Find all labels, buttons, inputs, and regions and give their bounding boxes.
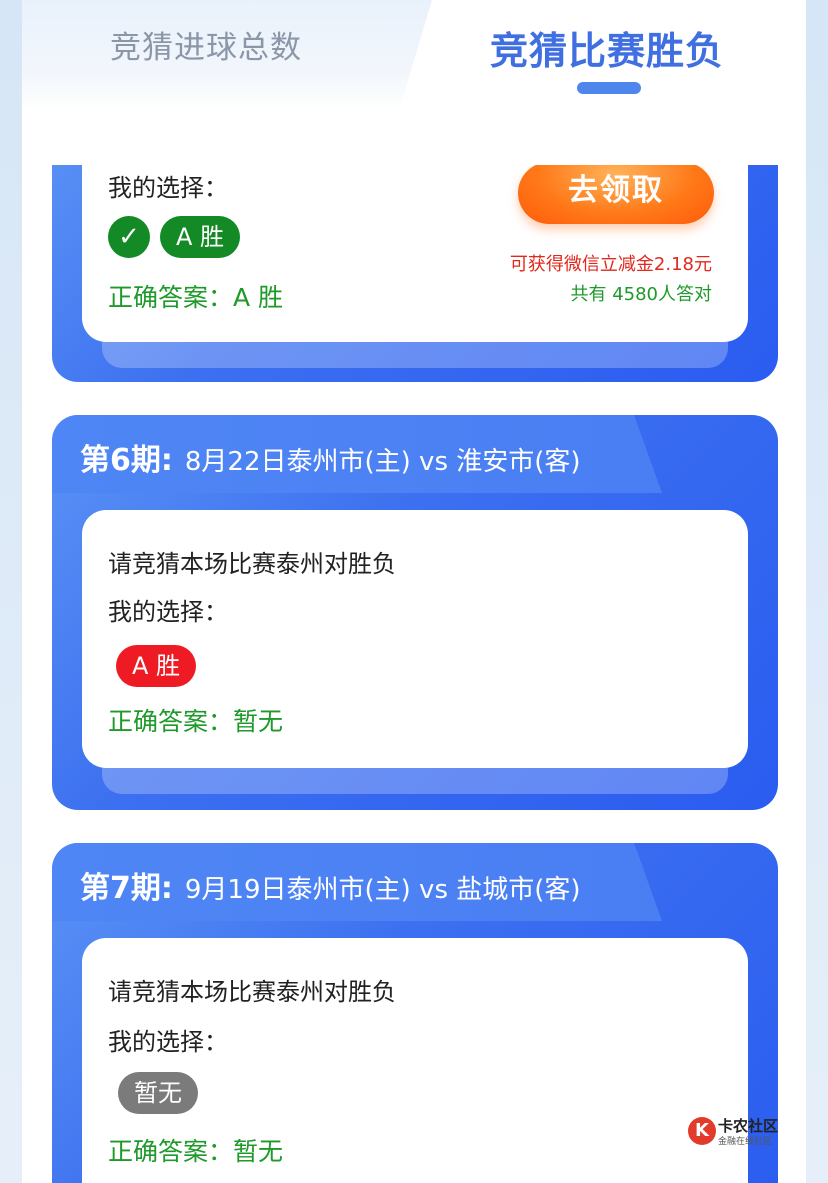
question-text: 请竞猜本场比赛泰州对胜负 xyxy=(108,978,396,1006)
my-choice-label: 我的选择： xyxy=(108,1028,228,1056)
tab-bar: 竞猜进球总数 竞猜比赛胜负 xyxy=(22,0,806,165)
match-info: 9月19日泰州市(主) vs 盐城市(客) xyxy=(184,875,581,905)
card-header-tab xyxy=(592,843,662,921)
correct-answer: 正确答案：暂无 xyxy=(108,707,284,736)
choice-pill: A 胜 xyxy=(116,645,197,687)
quiz-card-inner: 请竞猜本场比赛泰州对胜负 我的选择： 暂无 正确答案：暂无 xyxy=(82,938,748,1183)
correct-count: 共有 4580人答对 xyxy=(570,284,712,305)
choice-pill: 暂无 xyxy=(118,1072,198,1114)
match-info: 8月22日泰州市(主) vs 淮安市(客) xyxy=(184,447,581,477)
tab-match-result[interactable]: 竞猜比赛胜负 xyxy=(490,20,724,75)
my-choice-label: 我的选择： xyxy=(108,174,228,202)
period-label: 第6期: xyxy=(80,443,173,478)
correct-answer: 正确答案：A 胜 xyxy=(108,283,284,312)
tab-total-goals-label: 竞猜进球总数 xyxy=(110,30,302,66)
check-icon: ✓ xyxy=(108,216,150,258)
reward-text: 可获得微信立减金2.18元 xyxy=(509,254,712,275)
inner-shadow xyxy=(102,768,728,794)
inner-shadow xyxy=(102,342,728,368)
claim-button[interactable]: 去领取 xyxy=(518,162,714,224)
watermark-name: 卡农社区 xyxy=(718,1117,779,1135)
card-header-tab xyxy=(592,415,662,493)
right-side-background xyxy=(806,0,828,1183)
match-title: 第7期: 9月19日泰州市(主) vs 盐城市(客) xyxy=(80,863,581,907)
quiz-card-inner: 请竞猜本场比赛泰州对胜负 我的选择： A 胜 正确答案：暂无 xyxy=(82,510,748,768)
watermark: K 卡农社区 金融在线社区 xyxy=(688,1115,788,1149)
active-tab-indicator xyxy=(577,82,641,94)
match-title: 第6期: 8月22日泰州市(主) vs 淮安市(客) xyxy=(80,435,581,479)
quiz-card-period-6: 第6期: 8月22日泰州市(主) vs 淮安市(客) 请竞猜本场比赛泰州对胜负 我… xyxy=(52,415,778,810)
watermark-logo-icon: K xyxy=(688,1117,716,1145)
my-choice-label: 我的选择： xyxy=(108,598,228,626)
quiz-card-period-7: 第7期: 9月19日泰州市(主) vs 盐城市(客) 请竞猜本场比赛泰州对胜负 我… xyxy=(52,843,778,1183)
left-side-background xyxy=(0,0,22,1183)
period-label: 第7期: xyxy=(80,871,173,906)
tab-total-goals[interactable]: 竞猜进球总数 xyxy=(22,0,432,110)
question-text: 请竞猜本场比赛泰州对胜负 xyxy=(108,550,396,578)
correct-answer: 正确答案：暂无 xyxy=(108,1137,284,1166)
choice-pill: A 胜 xyxy=(160,216,241,258)
watermark-tagline: 金融在线社区 xyxy=(718,1137,773,1147)
